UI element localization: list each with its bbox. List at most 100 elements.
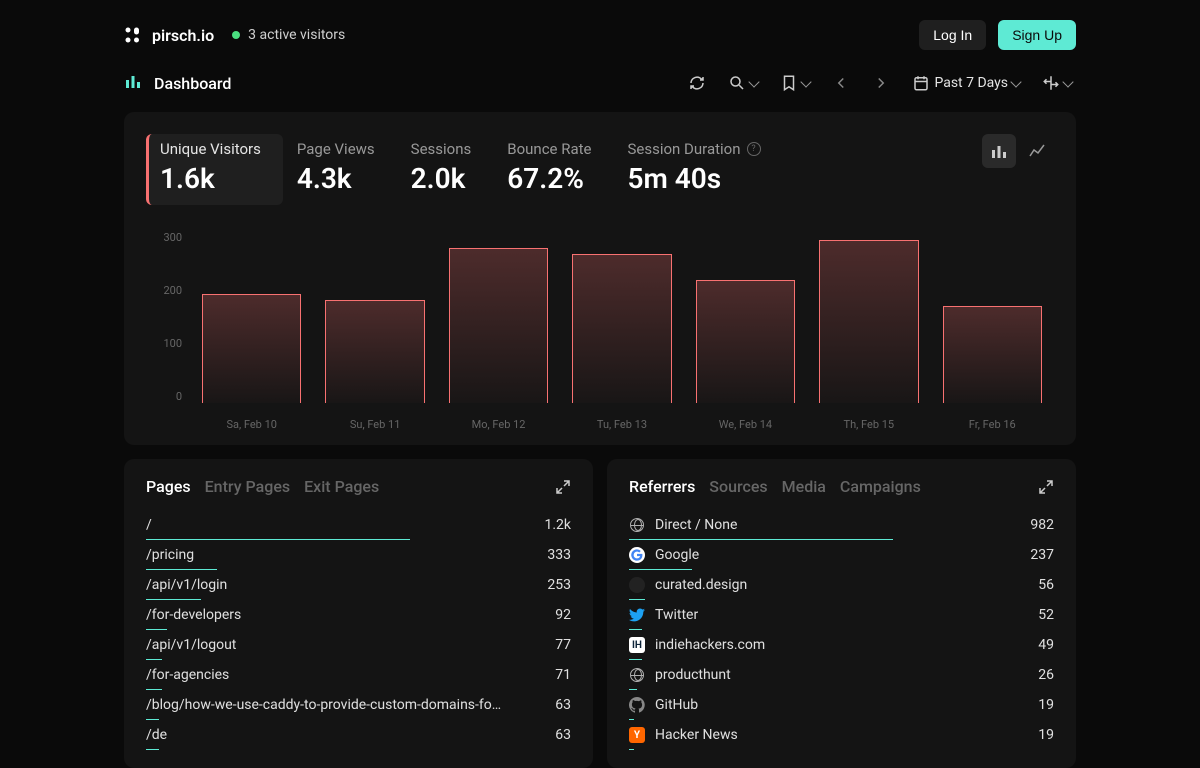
metric-sessions[interactable]: Sessions 2.0k: [397, 134, 494, 205]
page-row[interactable]: /blog/how-we-use-caddy-to-provide-custom…: [146, 690, 571, 720]
metric-page-views[interactable]: Page Views 4.3k: [283, 134, 397, 205]
tab-pages[interactable]: Pages: [146, 477, 191, 496]
page-value: 77: [555, 637, 571, 653]
tab-exit-pages[interactable]: Exit Pages: [304, 477, 379, 496]
chart-bar[interactable]: [696, 280, 795, 403]
referrer-name: Hacker News: [655, 727, 738, 743]
referrer-name: Google: [655, 547, 699, 563]
chart-bar[interactable]: [202, 294, 301, 403]
page-row[interactable]: /for-agencies 71: [146, 660, 571, 690]
chevron-down-icon: [1010, 76, 1021, 87]
referrer-value: 982: [1030, 517, 1054, 533]
referrer-name: curated.design: [655, 577, 747, 593]
referrer-row[interactable]: IHindiehackers.com49: [629, 630, 1054, 660]
metric-unique-visitors[interactable]: Unique Visitors1.6k: [146, 134, 283, 205]
pages-panel: Pages Entry Pages Exit Pages /1.2k/pricing…: [124, 459, 593, 768]
active-visitors[interactable]: 3 active visitors: [232, 27, 345, 43]
metric-value: 4.3k: [297, 162, 375, 195]
help-icon[interactable]: ?: [747, 142, 761, 156]
x-tick: We, Feb 14: [684, 418, 807, 431]
search-button[interactable]: [724, 70, 762, 96]
page-path: /api/v1/login: [146, 577, 227, 593]
page-path: /blog/how-we-use-caddy-to-provide-custom…: [146, 697, 501, 713]
page-path: /de: [146, 727, 167, 743]
referrer-value: 49: [1038, 637, 1054, 653]
x-tick: Sa, Feb 10: [190, 418, 313, 431]
x-tick: Tu, Feb 13: [560, 418, 683, 431]
y-tick: 200: [146, 284, 182, 297]
chevron-down-icon: [801, 76, 812, 87]
page-row[interactable]: /api/v1/logout 77: [146, 630, 571, 660]
referrer-row[interactable]: Y Hacker News 19: [629, 720, 1054, 750]
prev-button[interactable]: [828, 70, 854, 96]
globe-icon: [629, 517, 645, 533]
page-value: 63: [555, 727, 571, 743]
signup-button[interactable]: Sign Up: [998, 20, 1076, 50]
ih-icon: IH: [629, 637, 645, 653]
chart-bar[interactable]: [819, 240, 918, 403]
refresh-button[interactable]: [684, 70, 710, 96]
status-dot-icon: [232, 31, 240, 39]
referrer-row[interactable]: producthunt26: [629, 660, 1054, 690]
referrer-name: Direct / None: [655, 517, 737, 533]
metric-value: 2.0k: [411, 162, 472, 195]
next-button[interactable]: [868, 70, 894, 96]
x-tick: Mo, Feb 12: [437, 418, 560, 431]
bar-chart-button[interactable]: [982, 134, 1016, 168]
referrer-row[interactable]: Google 237: [629, 540, 1054, 570]
referrer-row[interactable]: curated.design 56: [629, 570, 1054, 600]
metric-value: 5m 40s: [628, 162, 761, 195]
page-row[interactable]: /for-developers92: [146, 600, 571, 630]
tab-referrers[interactable]: Referrers: [629, 477, 695, 496]
date-range-button[interactable]: Past 7 Days: [908, 70, 1024, 96]
brand-name: pirsch.io: [152, 26, 214, 45]
logo[interactable]: pirsch.io: [124, 26, 214, 45]
chart-bar[interactable]: [325, 300, 424, 403]
page-path: /for-agencies: [146, 667, 229, 683]
page-value: 333: [547, 547, 571, 563]
date-range-label: Past 7 Days: [934, 75, 1008, 91]
chart-bar[interactable]: [943, 306, 1042, 403]
chart-bar[interactable]: [449, 248, 548, 403]
login-button[interactable]: Log In: [919, 20, 986, 50]
page-value: 1.2k: [544, 517, 571, 533]
chevron-down-icon: [1062, 76, 1073, 87]
tab-campaigns[interactable]: Campaigns: [840, 477, 921, 496]
page-row[interactable]: /de 63: [146, 720, 571, 750]
y-tick: 100: [146, 337, 182, 350]
referrer-value: 19: [1038, 697, 1054, 713]
expand-button[interactable]: [555, 479, 571, 495]
page-row[interactable]: /pricing333: [146, 540, 571, 570]
compare-button[interactable]: [1038, 70, 1076, 96]
page-row[interactable]: /api/v1/login253: [146, 570, 571, 600]
metric-label: Sessions: [411, 140, 472, 158]
referrer-value: 26: [1038, 667, 1054, 683]
expand-button[interactable]: [1038, 479, 1054, 495]
page-value: 71: [555, 667, 571, 683]
referrer-row[interactable]: Twitter52: [629, 600, 1054, 630]
chart-bar[interactable]: [572, 254, 671, 403]
active-visitors-text: 3 active visitors: [248, 27, 345, 43]
bookmark-button[interactable]: [776, 70, 814, 96]
y-tick: 300: [146, 231, 182, 244]
referrer-value: 52: [1038, 607, 1054, 623]
page-row[interactable]: /1.2k: [146, 510, 571, 540]
page-value: 92: [555, 607, 571, 623]
metric-session-duration[interactable]: Session Duration?5m 40s: [614, 134, 783, 205]
tab-media[interactable]: Media: [782, 477, 826, 496]
metric-value: 67.2%: [507, 162, 591, 195]
referrer-value: 237: [1030, 547, 1054, 563]
hn-icon: Y: [629, 727, 645, 743]
line-chart-button[interactable]: [1020, 134, 1054, 168]
page-path: /api/v1/logout: [146, 637, 236, 653]
referrer-row[interactable]: GitHub19: [629, 690, 1054, 720]
chevron-down-icon: [749, 76, 760, 87]
referrer-value: 56: [1038, 577, 1054, 593]
tab-entry-pages[interactable]: Entry Pages: [205, 477, 291, 496]
metric-label: Page Views: [297, 140, 375, 158]
metric-bounce-rate[interactable]: Bounce Rate67.2%: [493, 134, 613, 205]
referrer-value: 19: [1038, 727, 1054, 743]
referrer-row[interactable]: Direct / None 982: [629, 510, 1054, 540]
tab-sources[interactable]: Sources: [709, 477, 767, 496]
visitors-chart: 3002001000 Sa, Feb 10Su, Feb 11Mo, Feb 1…: [146, 231, 1054, 431]
